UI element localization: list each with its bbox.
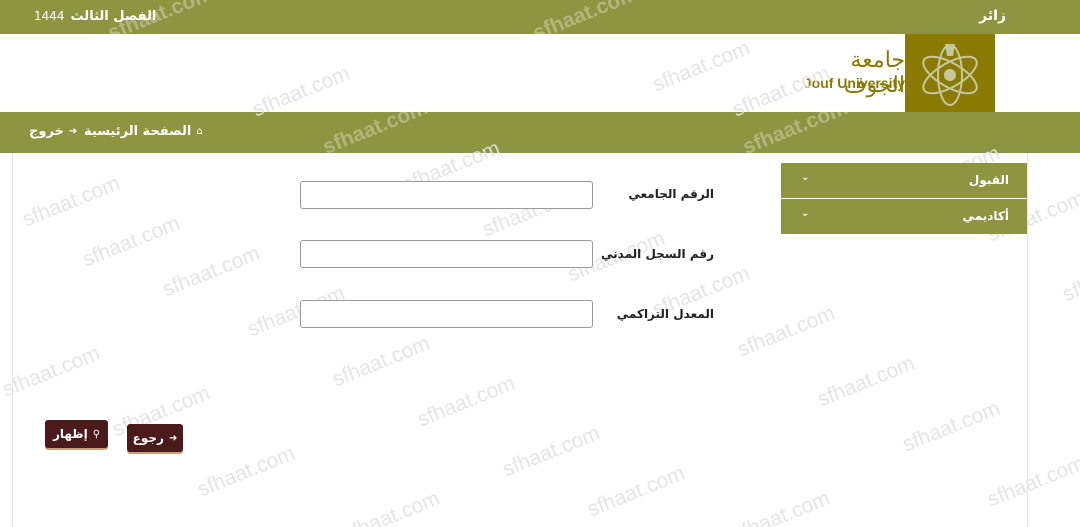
national-id-label: رقم السجل المدني: [601, 247, 714, 261]
search-icon: ⚲: [92, 428, 101, 440]
gpa-label: المعدل التراكمي: [616, 307, 714, 321]
term-label: الفصل الثالث: [70, 9, 157, 24]
back-button-label: رجوع: [132, 431, 164, 445]
university-id-label: الرقم الجامعي: [628, 187, 714, 201]
logout-icon: ➜: [68, 126, 78, 137]
national-id-input[interactable]: [300, 240, 593, 268]
atom-logo-icon: [922, 44, 978, 106]
gpa-input[interactable]: [300, 300, 593, 328]
show-button[interactable]: ⚲ إظهار: [45, 420, 108, 448]
university-logo: [905, 34, 995, 112]
sidebar-item-label: القبول: [968, 173, 1009, 187]
chevron-down-icon: ⌄: [801, 208, 810, 219]
chevron-down-icon: ⌄: [801, 172, 810, 183]
nav-home-link[interactable]: ⌂ الصفحة الرئيسية: [84, 124, 203, 139]
nav-logout-label: خروج: [29, 124, 64, 139]
top-bar: الفصل الثالث1444 زائر sfhaat.com sfhaat.…: [0, 0, 1080, 45]
logo-english-text: Jouf University: [803, 75, 905, 91]
nav-home-label: الصفحة الرئيسية: [84, 124, 192, 139]
show-button-label: إظهار: [52, 427, 88, 441]
back-icon: ➜: [168, 432, 178, 444]
nav-bar: ⌂ الصفحة الرئيسية ➜ خروج sfhaat.com sfha…: [0, 96, 1080, 159]
watermark: sfhaat.com: [1059, 246, 1080, 307]
term-indicator: الفصل الثالث 1444: [34, 9, 156, 24]
sidebar-item-academic[interactable]: أكاديمي ⌄: [781, 199, 1027, 234]
user-label: زائر: [979, 8, 1006, 24]
sidebar-item-label: أكاديمي: [962, 209, 1009, 223]
nav-logout-link[interactable]: ➜ خروج: [29, 124, 77, 139]
university-id-input[interactable]: [300, 181, 593, 209]
page: الفصل الثالث1444 زائر sfhaat.com sfhaat.…: [0, 0, 1080, 527]
term-year: 1444: [34, 9, 65, 23]
sidebar-item-admission[interactable]: القبول ⌄: [781, 163, 1027, 198]
back-button[interactable]: ➜ رجوع: [127, 424, 183, 452]
home-icon: ⌂: [196, 126, 203, 137]
header: جامعة الجوف Jouf University: [0, 34, 1080, 112]
